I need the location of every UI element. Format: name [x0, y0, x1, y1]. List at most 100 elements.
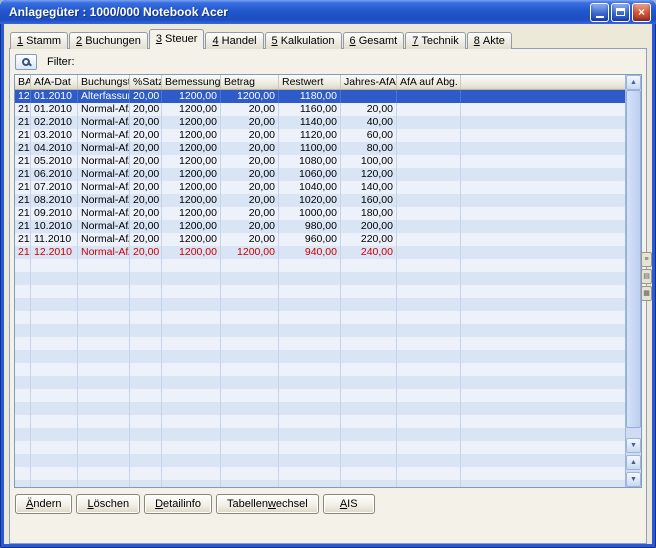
table-row[interactable]: 21 02.2010 Normal-AfA 20,00 1200,00 20,00 1140… — [15, 116, 625, 129]
cell-jahres_afa: 20,00 — [341, 103, 397, 116]
cell-betrag — [221, 311, 279, 324]
scroll-down-button[interactable]: ▼ — [626, 438, 641, 453]
tab-akte[interactable]: 8 Akte — [466, 32, 512, 49]
column-header[interactable]: Jahres-AfA — [341, 75, 397, 89]
table-row[interactable]: 21 01.2010 Normal-AfA 20,00 1200,00 20,00 1160… — [15, 103, 625, 116]
column-header[interactable]: Betrag — [221, 75, 279, 89]
empty-row — [15, 376, 625, 389]
cell-date — [31, 467, 78, 480]
cell-betrag: 1200,00 — [221, 90, 279, 103]
cell-bemessung: 1200,00 — [162, 181, 221, 194]
column-header[interactable]: Buchungstext — [78, 75, 130, 89]
empty-row — [15, 454, 625, 467]
cell-ba — [15, 402, 31, 415]
scroll-last-button[interactable]: ▼ — [626, 472, 641, 487]
cell-satz: 20,00 — [130, 194, 162, 207]
table-row[interactable]: 21 06.2010 Normal-AfA 20,00 1200,00 20,00 1060… — [15, 168, 625, 181]
cell-ba: 21 — [15, 207, 31, 220]
column-header[interactable]: %Satz — [130, 75, 162, 89]
cell-filler — [461, 428, 625, 441]
cell-afa_abg — [397, 194, 461, 207]
tab-handel[interactable]: 4 Handel — [205, 32, 264, 49]
cell-date — [31, 311, 78, 324]
minimize-button[interactable] — [590, 2, 609, 22]
magnifier-icon — [22, 58, 30, 66]
loeschen-button[interactable]: Löschen — [76, 494, 141, 514]
table-row[interactable]: 21 09.2010 Normal-AfA 20,00 1200,00 20,00 1000… — [15, 207, 625, 220]
list-view-button[interactable]: ≡ — [641, 252, 652, 267]
table-row[interactable]: 21 07.2010 Normal-AfA 20,00 1200,00 20,00 1040… — [15, 181, 625, 194]
cell-bemessung — [162, 337, 221, 350]
cell-afa_abg — [397, 363, 461, 376]
cell-bemessung — [162, 376, 221, 389]
tab-buchungen[interactable]: 2 Buchungen — [69, 32, 148, 49]
cell-satz — [130, 376, 162, 389]
detailinfo-button[interactable]: Detailinfo — [144, 494, 212, 514]
cell-ba — [15, 298, 31, 311]
cell-afa_abg — [397, 467, 461, 480]
column-header[interactable]: BA — [15, 75, 31, 89]
table-row[interactable]: 1201.2010Alterfassung20,001200,001200,00… — [15, 90, 625, 103]
cell-afa_abg — [397, 233, 461, 246]
tab-stamm[interactable]: 1 Stamm — [10, 32, 69, 49]
column-header[interactable]: Restwert — [279, 75, 341, 89]
cell-restwert: 1020,00 — [279, 194, 341, 207]
cell-afa_abg — [397, 337, 461, 350]
cell-afa_abg — [397, 116, 461, 129]
cell-betrag — [221, 324, 279, 337]
scrollbar-thumb[interactable] — [626, 90, 641, 428]
cell-ba — [15, 337, 31, 350]
column-header[interactable]: AfA auf Abg. — [397, 75, 461, 89]
scrollbar-track[interactable] — [626, 90, 641, 438]
cell-afa_abg — [397, 350, 461, 363]
cell-text — [78, 402, 130, 415]
title-bar[interactable]: Anlagegüter : 1000/000 Notebook Acer × — [0, 0, 656, 24]
grid-view-button[interactable]: ▤ — [641, 269, 652, 284]
detail-view-button[interactable]: ▦ — [641, 286, 652, 301]
maximize-button[interactable] — [611, 2, 630, 22]
tab-technik[interactable]: 7 Technik — [405, 32, 466, 49]
tab-gesamt[interactable]: 6 Gesamt — [342, 32, 405, 49]
tabellenwechsel-button[interactable]: Tabellenwechsel — [215, 494, 319, 514]
cell-restwert: 1160,00 — [279, 103, 341, 116]
vertical-scrollbar[interactable]: ▲ ▼ ▲ ▼ — [625, 75, 641, 487]
cell-betrag — [221, 402, 279, 415]
table-row[interactable]: 21 12.2010 Normal-AfA 20,00 1200,00 1200,00 94… — [15, 246, 625, 259]
table-row[interactable]: 21 11.2010 Normal-AfA 20,00 1200,00 20,00 960,… — [15, 233, 625, 246]
cell-text — [78, 350, 130, 363]
column-header[interactable]: Bemessung — [162, 75, 221, 89]
table-row[interactable]: 21 08.2010 Normal-AfA 20,00 1200,00 20,00 1020… — [15, 194, 625, 207]
tab-steuer[interactable]: 3 Steuer — [148, 29, 205, 49]
cell-betrag: 20,00 — [221, 194, 279, 207]
aendern-button[interactable]: Ändern — [15, 494, 73, 514]
tab-kalkulation[interactable]: 5 Kalkulation — [264, 32, 342, 49]
table-row[interactable]: 21 05.2010 Normal-AfA 20,00 1200,00 20,00 1080… — [15, 155, 625, 168]
jump-first-icon: ▲ — [630, 459, 637, 466]
window: Anlagegüter : 1000/000 Notebook Acer × 1… — [0, 0, 656, 548]
ais-button[interactable]: AIS — [322, 494, 375, 514]
filter-button[interactable] — [15, 54, 37, 70]
close-button[interactable]: × — [632, 2, 651, 22]
cell-bemessung — [162, 467, 221, 480]
scroll-up-button[interactable]: ▲ — [626, 75, 641, 90]
cell-afa_abg — [397, 246, 461, 259]
cell-jahres_afa — [341, 428, 397, 441]
cell-date — [31, 324, 78, 337]
table-row[interactable]: 21 03.2010 Normal-AfA 20,00 1200,00 20,00 1120… — [15, 129, 625, 142]
cell-restwert: 1080,00 — [279, 155, 341, 168]
cell-ba — [15, 311, 31, 324]
cell-filler — [461, 272, 625, 285]
cell-satz: 20,00 — [130, 129, 162, 142]
cell-filler — [461, 220, 625, 233]
jump-last-icon: ▼ — [630, 476, 637, 483]
cell-betrag — [221, 441, 279, 454]
table-row[interactable]: 21 04.2010 Normal-AfA 20,00 1200,00 20,00 1100… — [15, 142, 625, 155]
cell-date: 04.2010 — [31, 142, 78, 155]
cell-date — [31, 415, 78, 428]
cell-text: Normal-AfA — [78, 116, 130, 129]
column-header[interactable]: AfA-Dat — [31, 75, 78, 89]
table-row[interactable]: 21 10.2010 Normal-AfA 20,00 1200,00 20,00 980,… — [15, 220, 625, 233]
cell-jahres_afa — [341, 480, 397, 487]
scroll-first-button[interactable]: ▲ — [626, 455, 641, 470]
cell-bemessung: 1200,00 — [162, 194, 221, 207]
